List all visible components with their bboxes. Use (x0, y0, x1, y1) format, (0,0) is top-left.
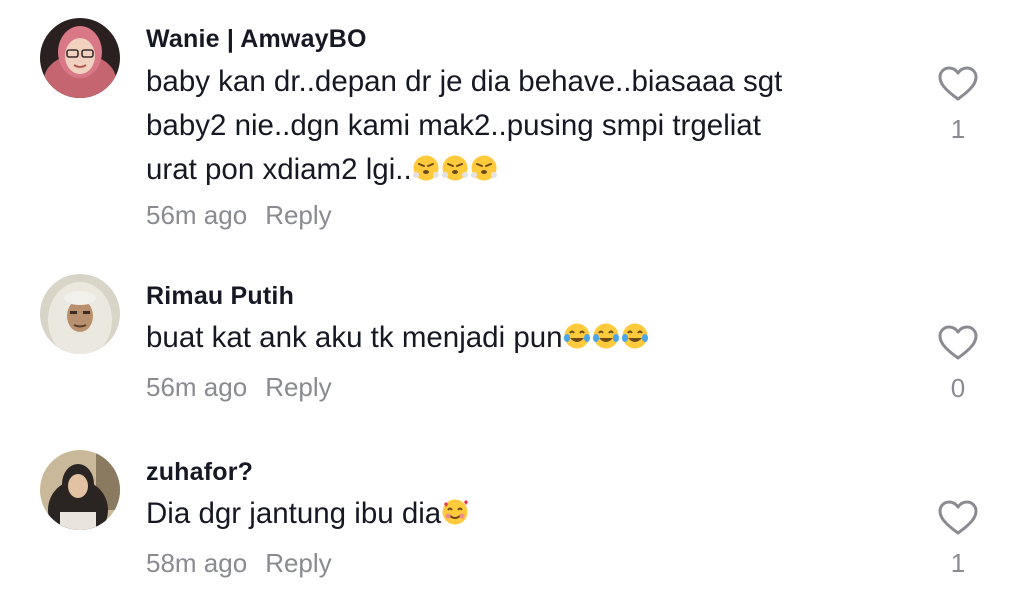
tears-of-joy-emoji-icon (591, 321, 621, 351)
like-control: 1 (936, 500, 980, 579)
comment-line-text: urat pon xdiam2 lgi.. (146, 153, 412, 186)
like-control: 0 (936, 325, 980, 404)
comment-meta: 58m ago Reply (146, 548, 332, 579)
like-count: 0 (950, 373, 966, 403)
smiling-face-with-hearts-emoji-icon (440, 497, 470, 527)
comment-line: buat kat ank aku tk menjadi pun (146, 316, 906, 360)
comment-line: baby2 nie..dgn kami mak2..pusing smpi tr… (146, 109, 761, 142)
comment-timestamp: 58m ago (146, 548, 248, 578)
comment-username[interactable]: Rimau Putih (146, 282, 294, 311)
comment-username[interactable]: Wanie | AmwayBO (146, 25, 367, 54)
comment-line: urat pon xdiam2 lgi.. (146, 148, 906, 192)
heart-outline-icon[interactable] (938, 325, 978, 361)
steam-face-emoji-icon (469, 153, 499, 183)
like-count: 1 (950, 548, 966, 578)
comment-line: Dia dgr jantung ibu dia (146, 492, 906, 536)
steam-face-emoji-icon (411, 153, 441, 183)
comment-item: Wanie | AmwayBO baby kan dr..depan dr je… (0, 0, 1034, 250)
comment-line-text: Dia dgr jantung ibu dia (146, 497, 442, 530)
reply-button[interactable]: Reply (265, 548, 331, 578)
comment-item: zuhafor? Dia dgr jantung ibu dia 58m ago… (0, 430, 1034, 608)
steam-face-emoji-icon (440, 153, 470, 183)
avatar[interactable] (40, 450, 120, 530)
tears-of-joy-emoji-icon (562, 321, 592, 351)
comment-text: baby kan dr..depan dr je dia behave..bia… (146, 60, 906, 192)
comment-username[interactable]: zuhafor? (146, 458, 253, 487)
reply-button[interactable]: Reply (265, 200, 331, 230)
comment-line: baby kan dr..depan dr je dia behave..bia… (146, 65, 783, 98)
like-control: 1 (936, 66, 980, 145)
comment-text: Dia dgr jantung ibu dia (146, 492, 906, 536)
comment-meta: 56m ago Reply (146, 372, 332, 403)
comment-line-text: buat kat ank aku tk menjadi pun (146, 321, 563, 354)
avatar[interactable] (40, 18, 120, 98)
avatar[interactable] (40, 274, 120, 354)
like-count: 1 (950, 114, 966, 144)
tears-of-joy-emoji-icon (620, 321, 650, 351)
heart-outline-icon[interactable] (938, 500, 978, 536)
heart-outline-icon[interactable] (938, 66, 978, 102)
comment-timestamp: 56m ago (146, 372, 248, 402)
comment-text: buat kat ank aku tk menjadi pun (146, 316, 906, 360)
comment-item: Rimau Putih buat kat ank aku tk menjadi … (0, 250, 1034, 430)
comment-meta: 56m ago Reply (146, 200, 332, 231)
reply-button[interactable]: Reply (265, 372, 331, 402)
comment-timestamp: 56m ago (146, 200, 248, 230)
